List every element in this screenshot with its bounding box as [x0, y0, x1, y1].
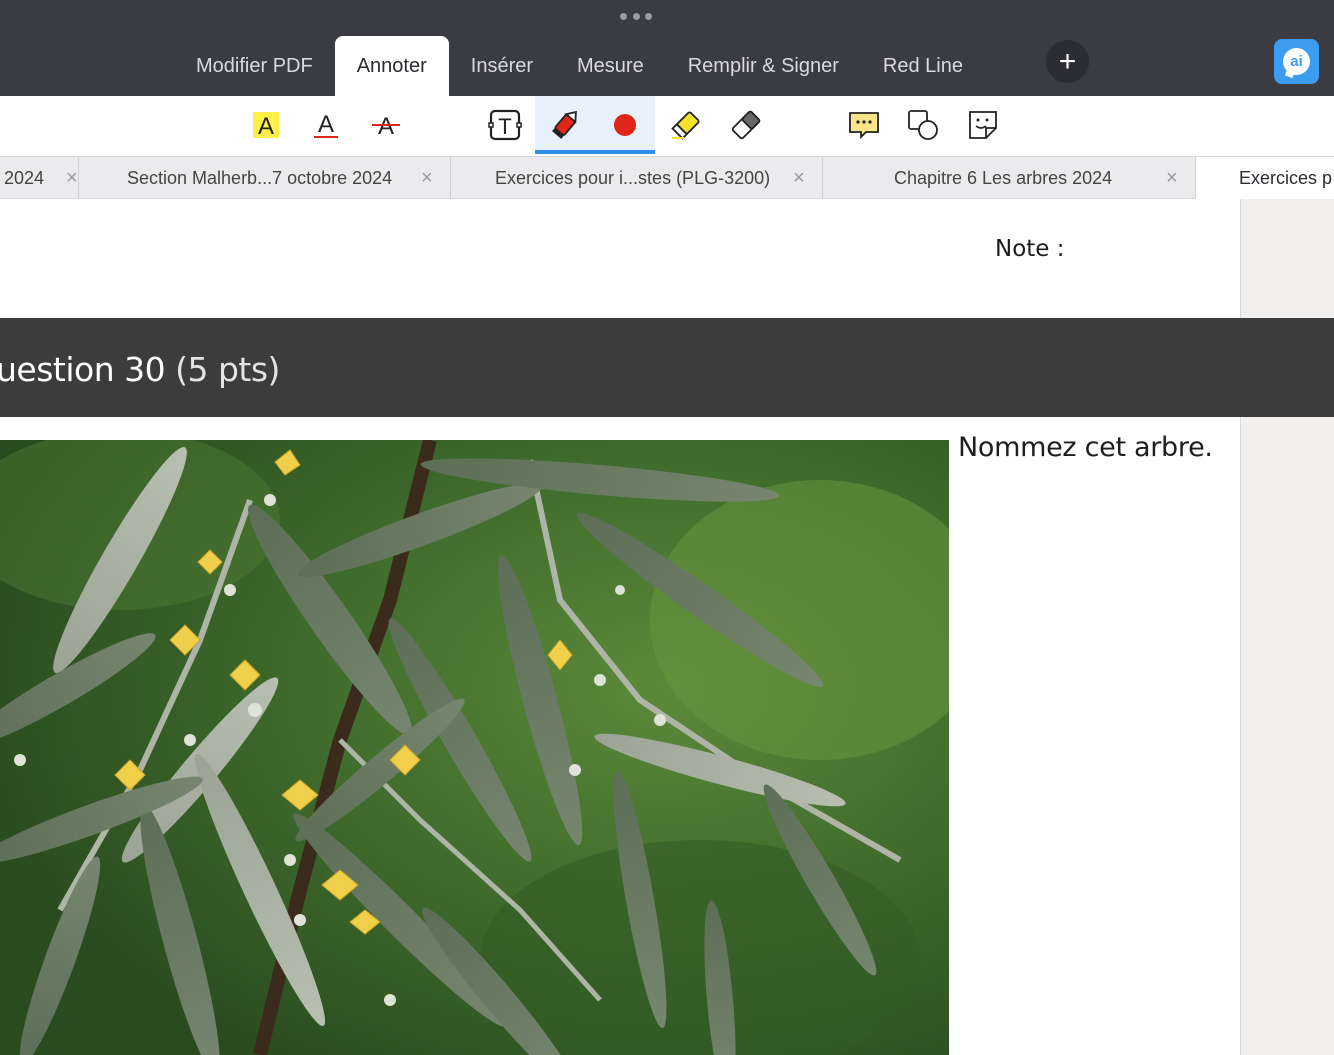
top-bar: Modifier PDF Annoter Insérer Mesure Remp…: [0, 0, 1334, 96]
close-icon[interactable]: ×: [1166, 167, 1178, 190]
comment-icon[interactable]: [834, 96, 894, 154]
shapes-icon[interactable]: [893, 96, 953, 154]
tab-mesure[interactable]: Mesure: [555, 36, 666, 96]
close-icon[interactable]: ×: [421, 167, 433, 190]
note-label: Note :: [995, 236, 1065, 262]
tab-inserer[interactable]: Insérer: [449, 36, 555, 96]
add-tab-button[interactable]: +: [1046, 40, 1089, 83]
doc-tab-label: Exercices p: [1239, 167, 1333, 188]
svg-text:A: A: [318, 111, 334, 138]
question-number: uestion 30: [0, 350, 166, 389]
doc-tab[interactable]: 2024 ×: [0, 157, 79, 199]
question-points: (5 pts): [175, 350, 280, 389]
eraser-icon[interactable]: [716, 96, 776, 154]
question-text: Nommez cet arbre.: [958, 432, 1213, 463]
underline-text-icon[interactable]: A: [296, 96, 356, 154]
doc-tab[interactable]: Exercices pour i...stes (PLG-3200) ×: [451, 157, 823, 199]
annotation-toolbar: A A A T: [0, 96, 1334, 156]
plus-icon: +: [1058, 44, 1077, 78]
doc-tab[interactable]: Section Malherb...7 octobre 2024 ×: [79, 157, 451, 199]
tab-modifier-pdf[interactable]: Modifier PDF: [174, 36, 335, 96]
question-title: uestion 30 (5 pts): [0, 350, 280, 389]
ai-assistant-button[interactable]: ai: [1274, 39, 1319, 84]
window-grabber-icon[interactable]: [620, 12, 652, 20]
close-icon[interactable]: ×: [793, 167, 805, 190]
tree-photo: [0, 440, 949, 1055]
svg-text:A: A: [258, 113, 274, 140]
doc-tab[interactable]: Chapitre 6 Les arbres 2024 ×: [823, 157, 1196, 199]
highlighter-icon[interactable]: [656, 96, 716, 154]
svg-text:T: T: [498, 114, 511, 139]
doc-tab-active[interactable]: Exercices p: [1196, 157, 1334, 199]
strikethrough-text-icon[interactable]: A: [356, 96, 416, 154]
svg-text:A: A: [378, 113, 394, 140]
highlight-text-icon[interactable]: A: [236, 96, 296, 154]
doc-tab-label: Section Malherb...7 octobre 2024: [127, 167, 393, 188]
tab-annoter[interactable]: Annoter: [334, 36, 449, 96]
active-tool-indicator: [535, 150, 655, 154]
doc-tab-label: Chapitre 6 Les arbres 2024: [894, 167, 1113, 188]
mode-tabs: Modifier PDF Annoter Insérer Mesure Remp…: [174, 36, 985, 96]
tab-remplir-signer[interactable]: Remplir & Signer: [666, 36, 861, 96]
tab-red-line[interactable]: Red Line: [861, 36, 985, 96]
sticker-icon[interactable]: [953, 96, 1013, 154]
color-dot-icon[interactable]: [595, 96, 655, 154]
doc-tab-label: Exercices pour i...stes (PLG-3200): [495, 167, 771, 188]
doc-tab-label: 2024: [4, 167, 45, 188]
ai-icon: ai: [1283, 48, 1310, 75]
pen-icon[interactable]: [535, 96, 595, 154]
text-box-icon[interactable]: T: [475, 96, 535, 154]
document-tabs: 2024 × Section Malherb...7 octobre 2024 …: [0, 156, 1334, 199]
close-icon[interactable]: ×: [66, 167, 78, 190]
